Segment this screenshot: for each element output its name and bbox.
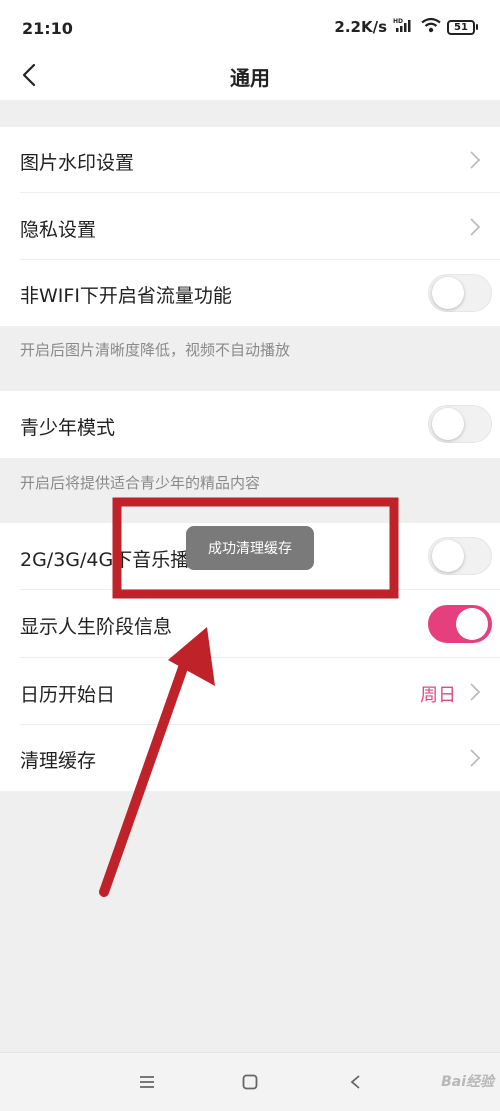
menu-icon bbox=[140, 1076, 154, 1088]
back-triangle-icon bbox=[350, 1075, 360, 1089]
hd-signal-icon: HD bbox=[393, 17, 415, 37]
status-bar: 21:10 2.2K/s HD 51 bbox=[0, 0, 500, 58]
page-title: 通用 bbox=[230, 66, 270, 90]
status-time: 21:10 bbox=[22, 19, 73, 38]
wifi-icon bbox=[421, 17, 441, 37]
settings-row-watermark[interactable]: 图片水印设置 bbox=[0, 127, 500, 193]
home-square-icon bbox=[242, 1074, 258, 1090]
row-label: 隐私设置 bbox=[20, 219, 97, 241]
system-nav-bar: Bai经验 bbox=[0, 1052, 500, 1111]
calendar-start-value: 周日 bbox=[420, 685, 456, 706]
settings-row-calendar-start[interactable]: 日历开始日 周日 bbox=[0, 658, 500, 725]
chevron-right-icon bbox=[470, 683, 481, 701]
settings-row-clear-cache[interactable]: 清理缓存 bbox=[0, 725, 500, 791]
row-label: 2G/3G/4G下音乐播放 bbox=[20, 549, 209, 571]
toast-message: 成功清理缓存 bbox=[186, 526, 314, 570]
nav-menu-button[interactable] bbox=[132, 1067, 162, 1097]
battery-level: 51 bbox=[447, 19, 475, 35]
chevron-right-icon bbox=[470, 151, 481, 169]
settings-row-non-wifi-saver: 非WIFI下开启省流量功能 bbox=[0, 260, 500, 326]
battery-icon: 51 bbox=[447, 19, 478, 35]
nav-home-button[interactable] bbox=[235, 1067, 265, 1097]
svg-text:HD: HD bbox=[393, 18, 403, 25]
row-label: 清理缓存 bbox=[20, 750, 97, 772]
row-label: 非WIFI下开启省流量功能 bbox=[20, 285, 232, 307]
non-wifi-saver-hint: 开启后图片清晰度降低，视频不自动播放 bbox=[20, 341, 291, 359]
chevron-right-icon bbox=[470, 749, 481, 767]
nav-back-button[interactable] bbox=[340, 1067, 370, 1097]
status-indicators: 2.2K/s HD 51 bbox=[334, 17, 478, 37]
settings-row-life-stage: 显示人生阶段信息 bbox=[0, 590, 500, 658]
youth-mode-toggle[interactable] bbox=[428, 405, 492, 443]
watermark-logo: Bai经验 bbox=[441, 1074, 494, 1090]
non-wifi-saver-toggle[interactable] bbox=[428, 274, 492, 312]
title-bar: 通用 bbox=[0, 58, 500, 100]
mobile-music-toggle[interactable] bbox=[428, 537, 492, 575]
youth-mode-hint: 开启后将提供适合青少年的精品内容 bbox=[20, 474, 261, 492]
row-label: 显示人生阶段信息 bbox=[20, 616, 173, 638]
network-speed: 2.2K/s bbox=[334, 18, 387, 36]
row-label: 青少年模式 bbox=[20, 417, 116, 439]
row-label: 图片水印设置 bbox=[20, 152, 135, 174]
settings-row-privacy[interactable]: 隐私设置 bbox=[0, 193, 500, 260]
row-label: 日历开始日 bbox=[20, 684, 116, 706]
life-stage-toggle[interactable] bbox=[428, 605, 492, 643]
settings-row-youth-mode: 青少年模式 bbox=[0, 391, 500, 458]
chevron-right-icon bbox=[470, 218, 481, 236]
